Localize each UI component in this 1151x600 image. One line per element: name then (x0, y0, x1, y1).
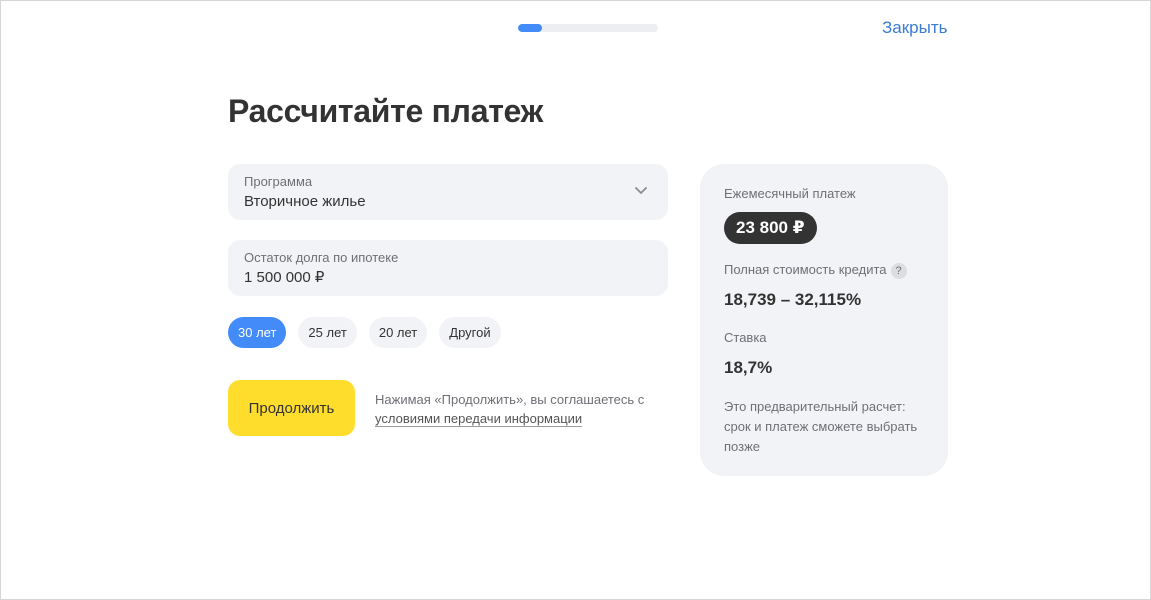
program-select[interactable]: Программа Вторичное жилье (228, 164, 668, 220)
debt-field[interactable]: Остаток долга по ипотеке 1 500 000 ₽ (228, 240, 668, 296)
page-title: Рассчитайте платеж (228, 93, 544, 129)
term-chip-20[interactable]: 20 лет (368, 317, 428, 348)
progress-fill (518, 24, 542, 32)
full-cost-value: 18,739 – 32,115% (724, 290, 862, 309)
term-chip-30[interactable]: 30 лет (228, 317, 287, 348)
consent-link[interactable]: условиями передачи информации (375, 411, 583, 427)
monthly-label: Ежемесячный платеж (724, 186, 856, 201)
program-value: Вторичное жилье (244, 193, 366, 210)
help-icon[interactable]: ? (890, 262, 907, 279)
page-frame (0, 0, 1151, 600)
debt-label: Остаток долга по ипотеке (244, 250, 399, 265)
consent-prefix: Нажимая «Продолжить», вы соглашаетесь с (375, 392, 645, 407)
rate-value: 18,7% (724, 358, 773, 377)
program-label: Программа (244, 174, 313, 189)
summary-note: Это предварительный расчет: срок и плате… (724, 399, 918, 454)
progress-bar (518, 24, 658, 32)
continue-button[interactable]: Продолжить (228, 380, 355, 436)
chevron-down-icon[interactable] (634, 186, 648, 196)
full-cost-label-row: Полная стоимость кредита? (724, 262, 907, 279)
term-chips: 30 лет 25 лет 20 лет Другой (228, 317, 501, 348)
full-cost-label: Полная стоимость кредита (724, 262, 887, 277)
summary-panel: Ежемесячный платеж 23 800 ₽ Полная стоим… (700, 164, 948, 476)
term-chip-other[interactable]: Другой (439, 317, 501, 348)
close-link[interactable]: Закрыть (882, 18, 947, 38)
debt-value: 1 500 000 ₽ (244, 269, 325, 286)
monthly-payment-badge: 23 800 ₽ (724, 212, 817, 244)
term-chip-25[interactable]: 25 лет (298, 317, 357, 348)
rate-label: Ставка (724, 330, 767, 345)
consent-text: Нажимая «Продолжить», вы соглашаетесь с … (375, 390, 655, 428)
